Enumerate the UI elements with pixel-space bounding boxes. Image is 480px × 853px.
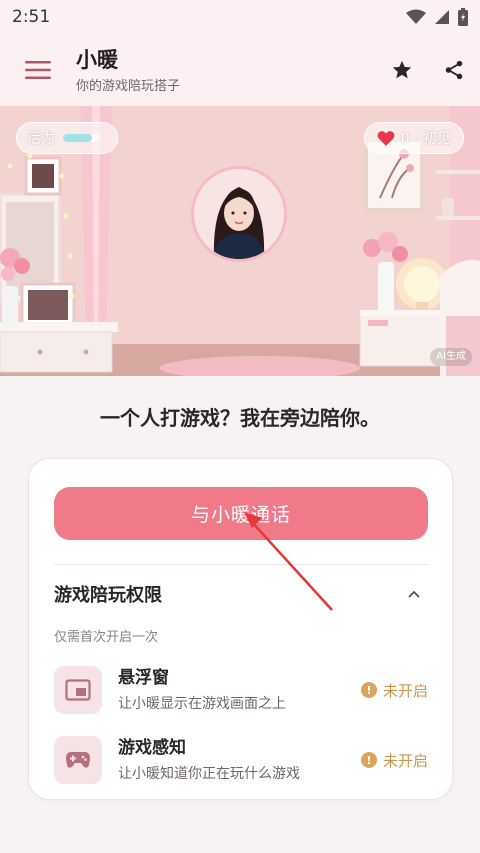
signal-icon [435,10,449,24]
affinity-badge: 0 · 初见 [363,122,464,154]
title-block: 小暖 你的游戏陪玩搭子 [76,47,376,94]
floating-window-icon-tile [54,666,102,714]
warning-icon: ! [360,752,377,768]
permission-text: 悬浮窗 让小暖显示在游戏画面之上 [118,667,361,713]
vitality-bar-fill [63,134,92,142]
status-bar: 2:51 [0,0,480,34]
call-button-label: 与小暖通话 [190,504,291,526]
permission-title: 悬浮窗 [118,668,169,688]
ai-generated-badge: AI生成 [430,348,472,366]
permission-status: ! 未开启 [360,680,428,701]
heart-icon [377,131,395,146]
permission-row-floating-window[interactable]: 悬浮窗 让小暖显示在游戏画面之上 ! 未开启 [54,665,428,715]
hamburger-menu-icon [25,61,51,79]
collapse-button[interactable] [400,580,428,608]
permission-text: 游戏感知 让小暖知道你正在玩什么游戏 [118,737,361,783]
battery-icon [458,8,468,26]
vitality-label: 活力 [27,131,55,147]
call-button[interactable]: 与小暖通话 [54,487,428,540]
permission-status-label: 未开启 [382,751,428,770]
permission-desc: 让小暖显示在游戏画面之上 [118,696,286,712]
warning-icon: ! [360,682,377,698]
star-icon [392,60,412,79]
affinity-value: 0 · 初见 [400,131,451,147]
permissions-header[interactable]: 游戏陪玩权限 [54,579,428,609]
permissions-note: 仅需首次开启一次 [54,630,159,645]
share-icon [445,60,463,80]
chevron-up-icon [408,590,420,598]
favorite-button[interactable] [376,34,428,106]
gamepad-icon-tile [54,736,102,784]
character-portrait [194,169,284,259]
vitality-bar [63,134,101,142]
share-button[interactable] [428,34,480,106]
page-title: 小暖 [76,47,118,72]
page-subtitle: 你的游戏陪玩搭子 [76,78,181,94]
divider [54,564,428,565]
permissions-title: 游戏陪玩权限 [54,585,162,606]
permission-status: ! 未开启 [360,750,428,771]
hero-banner: 活力 0 · 初见 AI生成 [0,106,480,376]
permission-row-game-awareness[interactable]: 游戏感知 让小暖知道你正在玩什么游戏 ! 未开启 [54,735,428,785]
vitality-meter: 活力 [16,122,118,154]
status-icons [406,8,468,26]
character-avatar[interactable] [191,166,287,262]
menu-button[interactable] [0,34,76,106]
status-time: 2:51 [12,7,51,27]
floating-window-icon [65,679,91,701]
permission-title: 游戏感知 [118,738,186,758]
wifi-icon [406,9,426,24]
tagline: 一个人打游戏？我在旁边陪你。 [100,406,380,430]
gamepad-icon [66,752,90,768]
permission-desc: 让小暖知道你正在玩什么游戏 [118,766,300,782]
companion-card: 与小暖通话 游戏陪玩权限 仅需首次开启一次 悬浮窗 让小暖显示在游戏画面之上 !… [28,458,453,800]
permission-status-label: 未开启 [382,681,428,700]
app-bar: 小暖 你的游戏陪玩搭子 [0,34,480,106]
